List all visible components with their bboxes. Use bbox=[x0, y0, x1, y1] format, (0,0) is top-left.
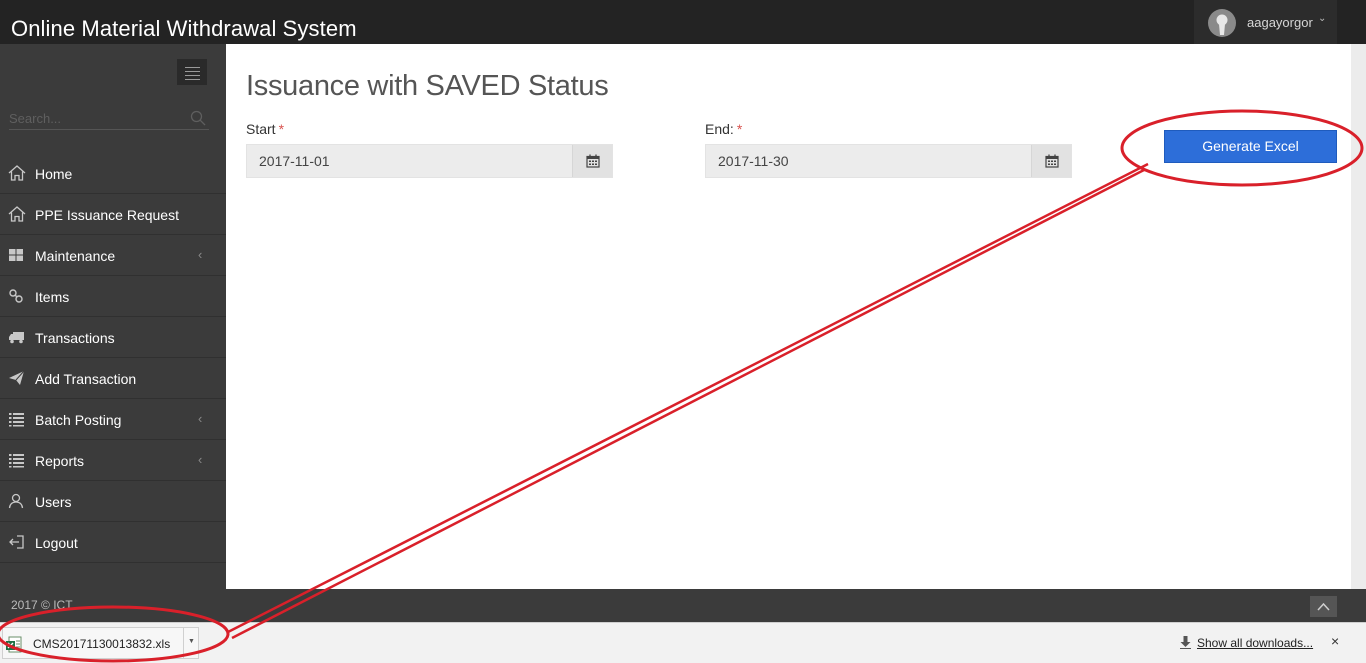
calendar-icon bbox=[586, 154, 600, 168]
start-date-field bbox=[246, 144, 613, 178]
sidebar-item-label: Transactions bbox=[35, 330, 115, 346]
end-label-text: End: bbox=[705, 121, 734, 137]
sidebar-item-reports[interactable]: Reports ‹ bbox=[0, 440, 226, 481]
chevron-left-icon: ‹ bbox=[198, 452, 203, 467]
start-calendar-button[interactable] bbox=[572, 145, 612, 177]
avatar bbox=[1208, 9, 1236, 37]
chevron-down-icon: ⌄ bbox=[1318, 13, 1327, 24]
sidebar-search bbox=[9, 108, 209, 130]
sidebar-item-users[interactable]: Users bbox=[0, 481, 226, 522]
end-date-input[interactable] bbox=[706, 145, 1031, 177]
footer: 2017 © ICT. bbox=[0, 589, 1366, 622]
search-input[interactable] bbox=[9, 108, 184, 128]
download-file-name: CMS20171130013832.xls bbox=[33, 637, 171, 651]
start-label-text: Start bbox=[246, 121, 276, 137]
sidebar-item-home[interactable]: Home bbox=[0, 153, 226, 194]
sidebar-item-ppe-issuance-request[interactable]: PPE Issuance Request bbox=[0, 194, 226, 235]
sidebar-item-label: Maintenance bbox=[35, 248, 116, 264]
caret-down-icon: ▼ bbox=[188, 638, 195, 645]
chevron-left-icon: ‹ bbox=[198, 247, 203, 262]
grid-icon bbox=[9, 249, 23, 261]
sidebar: Home PPE Issuance Request Maintenance ‹ … bbox=[0, 44, 226, 589]
search-icon[interactable] bbox=[190, 110, 206, 126]
home-icon bbox=[8, 206, 26, 222]
sidebar-toggle-button[interactable] bbox=[177, 59, 207, 85]
close-icon[interactable]: × bbox=[1331, 633, 1339, 649]
user-menu[interactable]: aagayorgor ⌄ bbox=[1194, 0, 1337, 44]
show-all-downloads-link[interactable]: Show all downloads... bbox=[1180, 635, 1313, 650]
chevron-up-icon bbox=[1317, 602, 1330, 611]
page-title: Issuance with SAVED Status bbox=[246, 70, 609, 102]
link-icon bbox=[9, 289, 23, 303]
users-icon bbox=[8, 493, 24, 509]
logout-icon bbox=[9, 535, 24, 549]
truck-icon bbox=[9, 332, 24, 344]
end-label: End: * bbox=[705, 121, 742, 137]
show-all-downloads-label: Show all downloads... bbox=[1197, 635, 1314, 650]
sidebar-item-label: Items bbox=[35, 289, 70, 305]
required-mark: * bbox=[736, 121, 743, 137]
sidebar-item-label: Batch Posting bbox=[35, 412, 122, 428]
start-date-input[interactable] bbox=[247, 145, 572, 177]
download-item[interactable]: CMS20171130013832.xls bbox=[2, 627, 184, 659]
end-date-field bbox=[705, 144, 1072, 178]
sidebar-nav: Home PPE Issuance Request Maintenance ‹ … bbox=[0, 153, 226, 563]
sidebar-item-label: Logout bbox=[35, 535, 78, 551]
sidebar-item-logout[interactable]: Logout bbox=[0, 522, 226, 563]
required-mark: * bbox=[278, 121, 285, 137]
sidebar-item-label: PPE Issuance Request bbox=[35, 207, 179, 223]
sidebar-item-label: Users bbox=[35, 494, 72, 510]
sidebar-item-transactions[interactable]: Transactions bbox=[0, 317, 226, 358]
sidebar-item-batch-posting[interactable]: Batch Posting ‹ bbox=[0, 399, 226, 440]
download-arrow-icon bbox=[1180, 636, 1191, 650]
sidebar-item-items[interactable]: Items bbox=[0, 276, 226, 317]
end-calendar-button[interactable] bbox=[1031, 145, 1071, 177]
top-navbar: Online Material Withdrawal System aagayo… bbox=[0, 0, 1366, 44]
downloads-bar: CMS20171130013832.xls ▼ Show all downloa… bbox=[0, 622, 1366, 663]
footer-copyright: 2017 © ICT. bbox=[11, 598, 75, 612]
home-icon bbox=[8, 165, 26, 181]
list-icon bbox=[9, 413, 24, 427]
generate-excel-button[interactable]: Generate Excel bbox=[1164, 130, 1337, 163]
sidebar-item-add-transaction[interactable]: Add Transaction bbox=[0, 358, 226, 399]
sidebar-item-label: Add Transaction bbox=[35, 371, 137, 387]
list-icon bbox=[9, 454, 24, 468]
user-silhouette-icon bbox=[1216, 14, 1228, 35]
sidebar-item-label: Home bbox=[35, 166, 73, 182]
sidebar-item-label: Reports bbox=[35, 453, 85, 469]
paper-plane-icon bbox=[9, 370, 25, 385]
excel-file-icon bbox=[6, 636, 22, 653]
calendar-icon bbox=[1045, 154, 1059, 168]
app-title: Online Material Withdrawal System bbox=[11, 16, 357, 41]
scroll-to-top-button[interactable] bbox=[1310, 596, 1337, 617]
download-options-button[interactable]: ▼ bbox=[184, 627, 199, 659]
page-scroll-gutter bbox=[1351, 44, 1366, 589]
main-content: Issuance with SAVED Status Start* End:* bbox=[226, 44, 1351, 589]
username: aagayorgor bbox=[1247, 15, 1313, 30]
start-label: Start * bbox=[246, 121, 284, 137]
chevron-left-icon: ‹ bbox=[198, 411, 203, 426]
sidebar-item-maintenance[interactable]: Maintenance ‹ bbox=[0, 235, 226, 276]
